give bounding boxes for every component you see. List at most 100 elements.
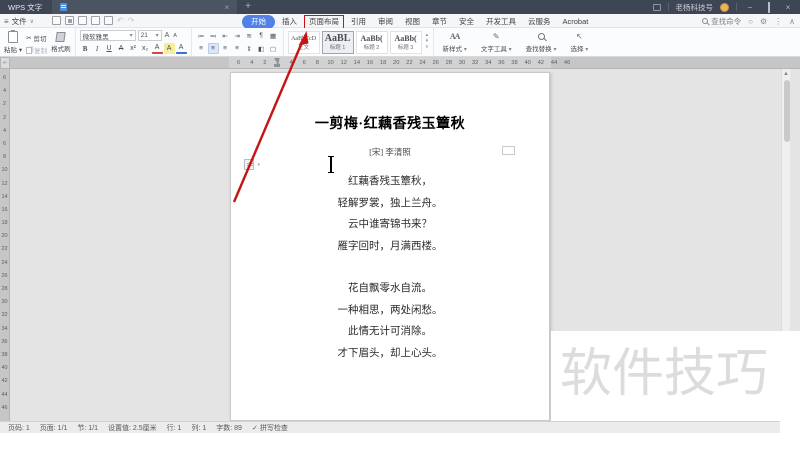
paragraph-button[interactable]: ≕	[208, 30, 219, 41]
redo-icon[interactable]: ↷	[128, 16, 135, 25]
ruler-number: 22	[0, 246, 9, 259]
export-pdf-icon[interactable]	[104, 16, 113, 25]
spellcheck-button[interactable]: ✓ 拼写检查	[252, 423, 288, 433]
poem-line[interactable]: 云中谁寄锦书来？	[231, 214, 549, 236]
poem-line[interactable]: 一种相思，两处闲愁。	[231, 300, 549, 322]
font-format-button[interactable]: A	[164, 43, 175, 54]
poem-line[interactable]: 才下眉头，却上心头。	[231, 343, 549, 365]
grow-font-button[interactable]: A	[164, 32, 171, 39]
style-chip[interactable]: AaBbCcD 正文	[288, 31, 320, 54]
collapse-ribbon-icon[interactable]: ∧	[789, 17, 795, 26]
sync-icon[interactable]: ○	[748, 17, 753, 26]
shrink-font-button[interactable]: A	[172, 33, 178, 39]
alignment-button[interactable]: ◧	[256, 43, 267, 54]
message-icon[interactable]	[653, 4, 661, 11]
font-format-button[interactable]: I	[92, 43, 103, 54]
select-button[interactable]: ↖ 选择 ▾	[565, 30, 593, 53]
ribbon-tab[interactable]: Acrobat	[558, 16, 594, 27]
ribbon-tab[interactable]: 插入	[277, 15, 302, 28]
paragraph-button[interactable]: ⇥	[232, 30, 243, 41]
ribbon-tab[interactable]: 页面布局	[304, 15, 344, 29]
indent-marker[interactable]	[274, 58, 280, 63]
copy-button[interactable]: 复制	[26, 45, 47, 55]
app-logo-label[interactable]: WPS 文字	[0, 2, 52, 13]
style-chip[interactable]: AaBb( 标题 2	[356, 31, 388, 54]
ribbon-tab[interactable]: 安全	[454, 15, 479, 28]
poem-title[interactable]: 一剪梅·红藕香残玉簟秋	[231, 113, 549, 133]
document-page[interactable]: 一剪梅·红藕香残玉簟秋 [宋] 李清照 红藕香残玉簟秋，轻解罗裳，独上兰舟。云中…	[230, 72, 550, 421]
restore-button[interactable]	[763, 3, 775, 12]
ribbon-tab[interactable]: 开发工具	[481, 15, 521, 28]
ribbon-tab[interactable]: 开始	[242, 15, 275, 29]
tab-selector-box[interactable]: ⌐	[0, 57, 10, 69]
font-format-button[interactable]: A	[152, 44, 163, 54]
gear-icon[interactable]: ⚙	[760, 17, 767, 26]
ribbon-tab[interactable]: 引用	[346, 15, 371, 28]
paragraph-button[interactable]: ≔	[196, 30, 207, 41]
poem-line[interactable]: 雁字回时，月满西楼。	[231, 236, 549, 258]
new-style-button[interactable]: AA 新样式 ▾	[438, 30, 472, 53]
alignment-button[interactable]: ≡	[208, 43, 219, 54]
font-name-select[interactable]: 微软雅黑▾	[80, 30, 136, 41]
text-tool-button[interactable]: ✎ 文字工具 ▾	[476, 30, 517, 53]
font-format-button[interactable]: B	[80, 43, 91, 54]
print-preview-icon[interactable]	[91, 16, 100, 25]
font-format-button[interactable]: A	[116, 43, 127, 54]
paragraph-buttons-row2: ≡≡≡≡⇕◧▢	[196, 43, 279, 54]
gallery-more-icon[interactable]: ≡	[426, 44, 429, 50]
ribbon-tab[interactable]: 审阅	[373, 15, 398, 28]
vertical-ruler[interactable]: 6422468101214161820222426283032343638404…	[0, 69, 10, 421]
style-chip[interactable]: AaBL 标题 1	[322, 31, 354, 54]
ribbon-tab[interactable]: 视图	[400, 15, 425, 28]
font-format-button[interactable]: U	[104, 43, 115, 54]
avatar[interactable]	[720, 3, 729, 12]
save-icon[interactable]	[65, 16, 74, 25]
minimize-button[interactable]: −	[744, 3, 756, 12]
ruler-number: 6	[0, 141, 9, 154]
format-painter-button[interactable]: 格式刷	[51, 30, 71, 53]
alignment-button[interactable]: ⇕	[244, 43, 255, 54]
print-icon[interactable]	[78, 16, 87, 25]
search-command[interactable]: 查找命令	[702, 16, 741, 27]
close-button[interactable]: ×	[782, 3, 794, 12]
poem-line[interactable]: 红藕香残玉簟秋，	[231, 171, 549, 193]
more-icon[interactable]: ⋮	[774, 17, 782, 26]
paste-button[interactable]: 粘贴 ▾	[4, 30, 22, 54]
menu-icon[interactable]: ≡	[4, 17, 9, 26]
ribbon-tab[interactable]: 云服务	[523, 15, 556, 28]
find-replace-button[interactable]: 查找替换 ▾	[521, 30, 562, 53]
new-tab-button[interactable]: +	[245, 2, 251, 12]
account-name[interactable]: 老杨科技号	[676, 2, 714, 13]
alignment-button[interactable]: ▢	[268, 43, 279, 54]
font-size-select[interactable]: 21▾	[138, 30, 162, 41]
select-label: 选择	[570, 46, 583, 53]
font-format-button[interactable]: x₂	[140, 43, 151, 54]
paragraph-button[interactable]: ▦	[268, 30, 279, 41]
scroll-up-icon[interactable]: ▲	[782, 69, 790, 79]
status-item: 页码: 1	[8, 423, 30, 433]
font-format-button[interactable]: x²	[128, 43, 139, 54]
paragraph-button[interactable]: ¶	[256, 30, 267, 41]
ruler-number: 12	[0, 181, 9, 194]
alignment-button[interactable]: ≡	[232, 43, 243, 54]
poem-line[interactable]: 花自飘零水自流。	[231, 278, 549, 300]
tab-close-icon[interactable]: ×	[225, 3, 230, 12]
scrollbar-thumb[interactable]	[784, 80, 790, 142]
file-menu[interactable]: 文件	[12, 16, 27, 27]
paste-options-icon[interactable]	[244, 159, 254, 170]
alignment-button[interactable]: ≡	[196, 43, 207, 54]
paragraph-button[interactable]: ⇤	[220, 30, 231, 41]
cut-button[interactable]: ✂剪切	[26, 33, 47, 43]
alignment-button[interactable]: ≡	[220, 43, 231, 54]
open-icon[interactable]	[52, 16, 61, 25]
document-tab[interactable]: ef044b6192c24...228b2a249eca8 ×	[52, 0, 237, 14]
poem-line[interactable]: 轻解罗裳，独上兰舟。	[231, 193, 549, 215]
font-format-button[interactable]: A	[176, 44, 187, 54]
horizontal-ruler[interactable]: 6422468101214161820222426283032343638404…	[0, 57, 800, 69]
ribbon-tab[interactable]: 章节	[427, 15, 452, 28]
style-chip[interactable]: AaBb( 标题 3	[390, 31, 422, 54]
paragraph-button[interactable]: ≋	[244, 30, 255, 41]
poem-line[interactable]: 此情无计可消除。	[231, 321, 549, 343]
undo-icon[interactable]: ↶	[117, 16, 124, 25]
ruler-number: 42	[0, 378, 9, 391]
